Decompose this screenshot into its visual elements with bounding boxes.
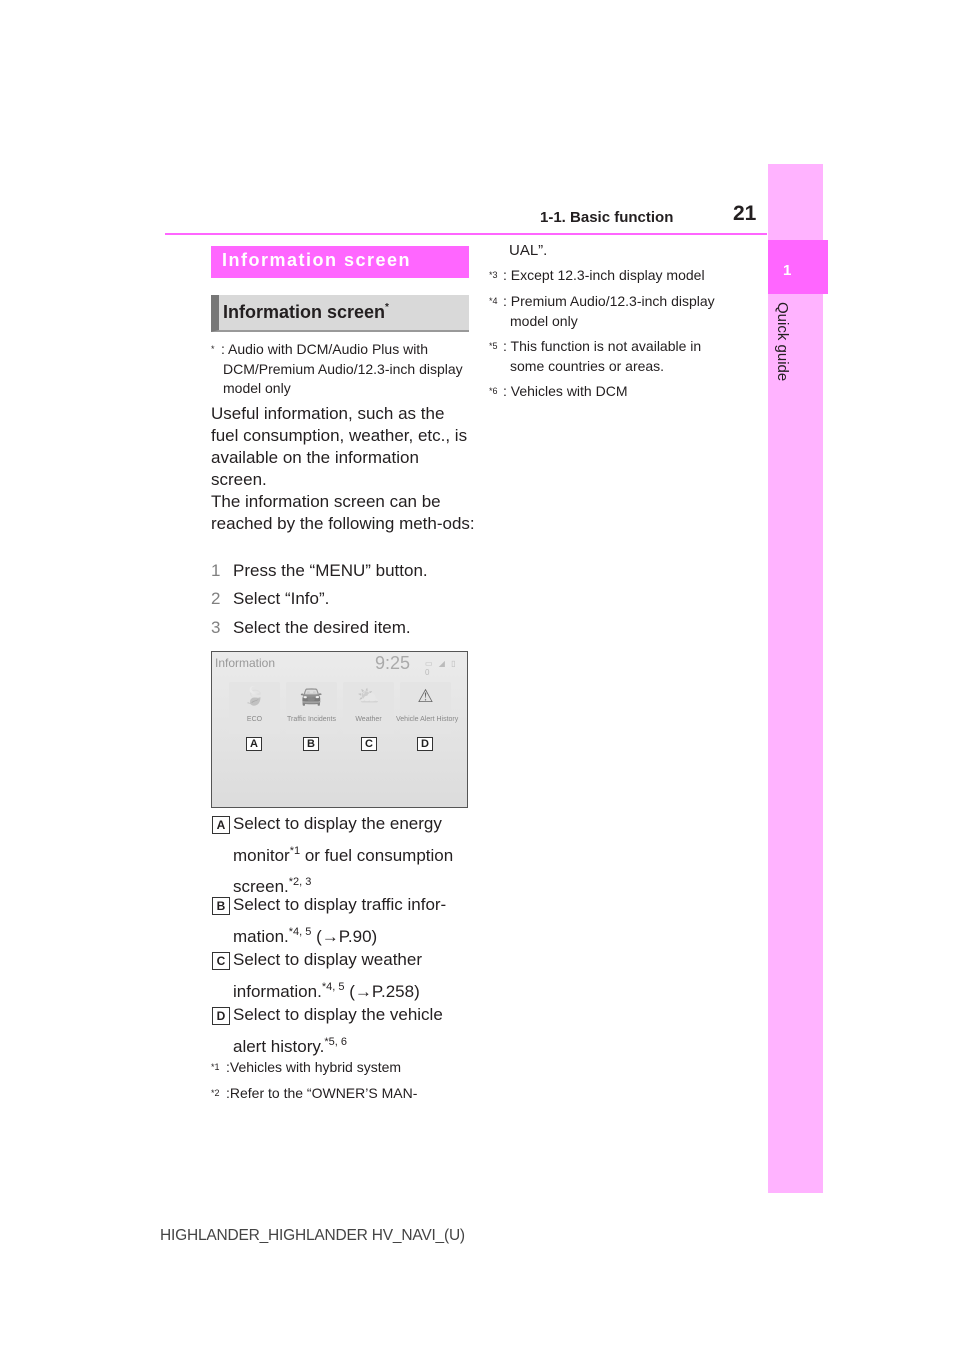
footnote-mark: *1 bbox=[211, 1062, 220, 1072]
footnote: *6 : Vehicles with DCM bbox=[489, 382, 759, 402]
footnote-mark: *6 bbox=[489, 386, 498, 396]
subsection-note: * : Audio with DCM/Audio Plus with DCM/P… bbox=[211, 340, 469, 399]
step-item: 2 Select “Info”. bbox=[211, 589, 329, 609]
step-text: Select “Info”. bbox=[233, 589, 330, 608]
subsection-marker: * bbox=[385, 302, 389, 313]
tile-label: Traffic Incidents bbox=[286, 716, 337, 723]
footnote-text: some countries or areas. bbox=[510, 357, 665, 374]
note-marker: * bbox=[211, 344, 215, 354]
footnote-ref: *4, 5 bbox=[288, 925, 312, 938]
footnote-text: :Refer to the “OWNER’S MAN- bbox=[226, 1085, 418, 1101]
document-footer: HIGHLANDER_HIGHLANDER HV_NAVI_(U) bbox=[160, 1227, 465, 1244]
item-text: or fuel consumption bbox=[300, 845, 454, 865]
footnote: *4 : Premium Audio/12.3-inch display mod… bbox=[489, 292, 759, 331]
item-text: alert history. bbox=[233, 1036, 325, 1056]
item-text: monitor bbox=[233, 845, 290, 865]
footnote: *2 :Refer to the “OWNER’S MAN- bbox=[211, 1084, 476, 1104]
intro-paragraph: The information screen can be reached by… bbox=[211, 492, 475, 533]
item-d-description: Select to display the vehicle alert hist… bbox=[233, 1002, 473, 1060]
leaf-icon: 🍃 bbox=[243, 686, 266, 706]
step-text: Select the desired item. bbox=[233, 618, 411, 637]
running-header-section: 1-1. Basic function bbox=[540, 209, 674, 226]
callout-c: C bbox=[361, 737, 377, 751]
item-line: alert history.*5, 6 bbox=[233, 1029, 473, 1061]
item-tag-d: D bbox=[212, 1007, 230, 1025]
screen-status-icons: ▭ ◢ ▯ 0 bbox=[425, 659, 458, 677]
footnote-text: : Premium Audio/12.3-inch display bbox=[503, 293, 715, 309]
item-line: Select to display traffic infor- bbox=[233, 895, 447, 914]
tile-eco[interactable]: 🍃 ECO bbox=[229, 682, 280, 734]
note-text: : Audio with DCM/Audio Plus with DCM/Pre… bbox=[211, 340, 469, 399]
header-rule bbox=[165, 233, 767, 235]
item-text: information. bbox=[233, 981, 322, 1001]
intro-paragraph: Useful information, such as the fuel con… bbox=[211, 404, 468, 489]
tile-vehicle-alert-history[interactable]: ⚠ Vehicle Alert History bbox=[396, 682, 458, 734]
item-c-description: Select to display weather information.*4… bbox=[233, 947, 473, 1005]
footnote-continuation: UAL”. bbox=[509, 242, 548, 259]
callout-a: A bbox=[246, 737, 262, 751]
footnote-mark: *3 bbox=[489, 270, 498, 280]
tile-traffic-incidents[interactable]: 🚘 Traffic Incidents bbox=[286, 682, 337, 734]
callout-b: B bbox=[303, 737, 319, 751]
tile-label: ECO bbox=[246, 716, 263, 723]
page-reference-link[interactable]: (→P.90) bbox=[311, 927, 377, 946]
step-text: Press the “MENU” button. bbox=[233, 561, 428, 580]
traffic-car-icon: 🚘 bbox=[300, 686, 323, 706]
footnote: *5 : This function is not available in s… bbox=[489, 337, 759, 376]
footnote-ref: *1 bbox=[289, 844, 301, 857]
tile-label: Vehicle Alert History bbox=[396, 716, 459, 723]
tile-weather[interactable]: ⛅ Weather bbox=[343, 682, 394, 734]
subsection-title-text: Information screen bbox=[223, 302, 386, 322]
footnote-text: : Vehicles with DCM bbox=[503, 383, 628, 399]
item-tag-b: B bbox=[212, 897, 230, 915]
alert-list-icon: ⚠ bbox=[417, 686, 434, 706]
footnote-mark: *5 bbox=[489, 341, 498, 351]
tile-label: Weather bbox=[355, 716, 382, 723]
item-line: Select to display the energy bbox=[233, 814, 442, 833]
item-line: information.*4, 5 (→P.258) bbox=[233, 974, 473, 1006]
footnote-text: : This function is not available in bbox=[503, 338, 702, 354]
step-number: 3 bbox=[211, 618, 221, 637]
subsection-title: Information screen* bbox=[211, 295, 469, 332]
chapter-label: Quick guide bbox=[774, 302, 791, 382]
callout-d: D bbox=[417, 737, 433, 751]
footnote: *3 : Except 12.3-inch display model bbox=[489, 266, 759, 286]
chapter-number-tab[interactable]: 1 bbox=[768, 240, 828, 294]
footnote: *1 :Vehicles with hybrid system bbox=[211, 1058, 476, 1078]
step-item: 3 Select the desired item. bbox=[211, 618, 411, 638]
item-line: monitor*1 or fuel consumption bbox=[233, 838, 473, 870]
footnote-text: : Except 12.3-inch display model bbox=[503, 267, 705, 283]
footnote-mark: *4 bbox=[489, 296, 498, 306]
step-number: 1 bbox=[211, 561, 221, 580]
item-line: Select to display the vehicle bbox=[233, 1005, 443, 1024]
footnote-ref: *2, 3 bbox=[288, 876, 312, 888]
intro-text: Useful information, such as the fuel con… bbox=[211, 403, 476, 535]
step-number: 2 bbox=[211, 589, 221, 608]
page-reference-link[interactable]: (→P.258) bbox=[344, 982, 420, 1001]
item-a-description: Select to display the energy monitor*1 o… bbox=[233, 811, 473, 901]
footnote-ref: *4, 5 bbox=[321, 980, 345, 993]
item-b-description: Select to display traffic infor- mation.… bbox=[233, 892, 473, 950]
information-screen-image: Information 9:25 ▭ ◢ ▯ 0 🍃 ECO 🚘 Traffic… bbox=[211, 651, 468, 808]
item-line: mation.*4, 5 (→P.90) bbox=[233, 919, 473, 951]
footnote-mark: *2 bbox=[211, 1088, 220, 1098]
footnote-text: :Vehicles with hybrid system bbox=[226, 1059, 402, 1075]
note-text-content: : Audio with DCM/Audio Plus with DCM/Pre… bbox=[221, 341, 463, 396]
footnote-text: model only bbox=[510, 312, 578, 329]
footnote-ref: *5, 6 bbox=[324, 1035, 347, 1048]
item-text: mation. bbox=[233, 926, 289, 946]
screen-title: Information bbox=[215, 656, 276, 670]
item-line: Select to display weather bbox=[233, 950, 422, 969]
step-item: 1 Press the “MENU” button. bbox=[211, 561, 428, 581]
screen-clock: 9:25 bbox=[375, 653, 411, 673]
item-tag-a: A bbox=[212, 816, 230, 834]
page-number: 21 bbox=[733, 202, 757, 225]
section-title: Information screen bbox=[211, 246, 469, 278]
sun-cloud-icon: ⛅ bbox=[357, 686, 380, 706]
item-tag-c: C bbox=[212, 952, 230, 970]
